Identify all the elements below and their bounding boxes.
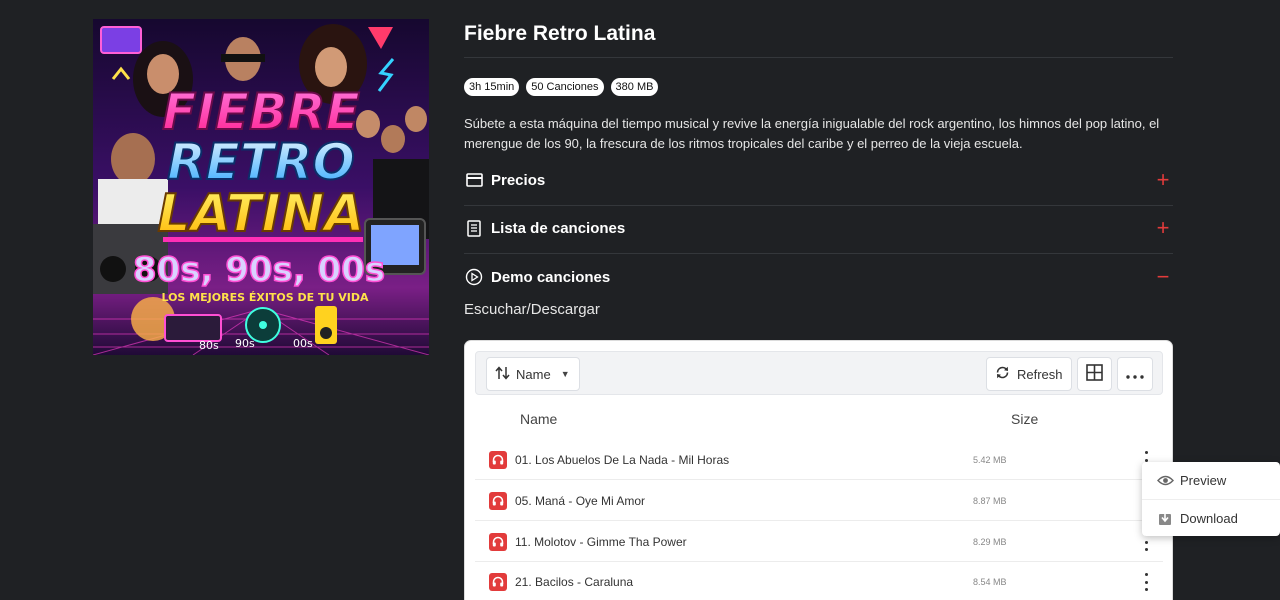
headphones-icon: [489, 532, 507, 551]
badge-list: 3h 15min 50 Canciones 380 MB: [464, 78, 659, 96]
column-header-name[interactable]: Name: [520, 411, 557, 427]
album-description: Súbete a esta máquina del tiempo musical…: [464, 116, 1160, 151]
file-row[interactable]: 11. Molotov - Gimme Tha Power 8.29 MB: [475, 522, 1163, 562]
refresh-label: Refresh: [1017, 366, 1063, 382]
file-row[interactable]: 05. Maná - Oye Mi Amor 8.87 MB: [475, 481, 1163, 521]
preview-label: Preview: [1180, 473, 1227, 488]
refresh-button[interactable]: Refresh: [986, 357, 1072, 391]
demo-subheading: Escuchar/Descargar: [464, 301, 600, 318]
browser-toolbar: Name ▼ Refresh: [475, 351, 1163, 395]
headphones-icon: [489, 572, 507, 591]
sort-button[interactable]: Name ▼: [486, 357, 580, 391]
sort-icon: [495, 365, 510, 383]
accordion-label: Demo canciones: [491, 268, 611, 286]
ellipsis-icon: [1126, 367, 1144, 382]
file-size: 8.54 MB: [973, 576, 1007, 587]
duration-badge: 3h 15min: [464, 78, 520, 96]
song-count-badge: 50 Canciones: [526, 78, 604, 96]
minus-icon[interactable]: −: [1153, 266, 1173, 288]
cover-title-line3: LATINA: [158, 184, 365, 244]
accordion-label: Precios: [491, 171, 546, 189]
download-icon: [1156, 509, 1174, 527]
album-title: Fiebre Retro Latina: [464, 22, 656, 45]
cover-decades: 80s, 90s, 00s: [133, 250, 385, 290]
file-size: 5.42 MB: [973, 454, 1007, 465]
file-context-menu: Preview Download: [1142, 462, 1280, 536]
download-label: Download: [1180, 510, 1238, 526]
cover-label-00s: 00s: [293, 337, 313, 350]
file-size: 8.87 MB: [973, 495, 1007, 506]
document-icon: [464, 218, 484, 238]
file-name: 21. Bacilos - Caraluna: [515, 574, 634, 589]
caret-down-icon: ▼: [560, 369, 570, 379]
file-size: 8.29 MB: [973, 536, 1007, 547]
plus-icon[interactable]: +: [1153, 217, 1173, 239]
divider: [464, 57, 1173, 58]
headphones-icon: [489, 491, 507, 510]
size-badge: 380 MB: [610, 78, 659, 96]
headphones-icon: [489, 450, 507, 469]
file-name: 01. Los Abuelos De La Nada - Mil Horas: [515, 452, 730, 467]
file-row[interactable]: 01. Los Abuelos De La Nada - Mil Horas 5…: [475, 440, 1163, 480]
sort-label: Name: [516, 366, 551, 382]
refresh-icon: [995, 365, 1010, 383]
divider: [464, 253, 1173, 254]
plus-icon[interactable]: +: [1153, 169, 1173, 191]
play-circle-icon: [464, 267, 484, 287]
card-icon: [464, 170, 484, 190]
file-browser: Name ▼ Refresh Name Size 01. Los Abuelos…: [464, 340, 1173, 600]
accordion-lista-canciones[interactable]: Lista de canciones +: [464, 215, 1173, 241]
cover-label-90s: 90s: [235, 337, 255, 350]
album-cover: FIEBRE RETRO LATINA 80s, 90s, 00s LOS ME…: [93, 19, 429, 355]
more-options-button[interactable]: [1117, 357, 1153, 391]
divider: [464, 205, 1173, 206]
kebab-menu-icon[interactable]: [1143, 573, 1149, 591]
column-header-size[interactable]: Size: [1011, 411, 1038, 427]
grid-icon: [1086, 364, 1103, 384]
cassette-icon: [164, 314, 222, 342]
preview-menu-item[interactable]: Preview: [1142, 462, 1280, 499]
grid-view-button[interactable]: [1077, 357, 1112, 391]
cover-title-line2: RETRO: [167, 133, 355, 191]
file-name: 05. Maná - Oye Mi Amor: [515, 493, 646, 508]
cover-tagline: LOS MEJORES ÉXITOS DE TU VIDA: [161, 291, 369, 304]
file-name: 11. Molotov - Gimme Tha Power: [515, 534, 687, 549]
cover-label-80s: 80s: [199, 339, 219, 352]
accordion-demo-canciones[interactable]: Demo canciones −: [464, 264, 1173, 290]
accordion-precios[interactable]: Precios +: [464, 167, 1173, 193]
download-menu-item[interactable]: Download: [1142, 499, 1280, 536]
eye-icon: [1156, 472, 1174, 490]
accordion-label: Lista de canciones: [491, 219, 626, 237]
file-row[interactable]: 21. Bacilos - Caraluna 8.54 MB: [475, 562, 1163, 600]
